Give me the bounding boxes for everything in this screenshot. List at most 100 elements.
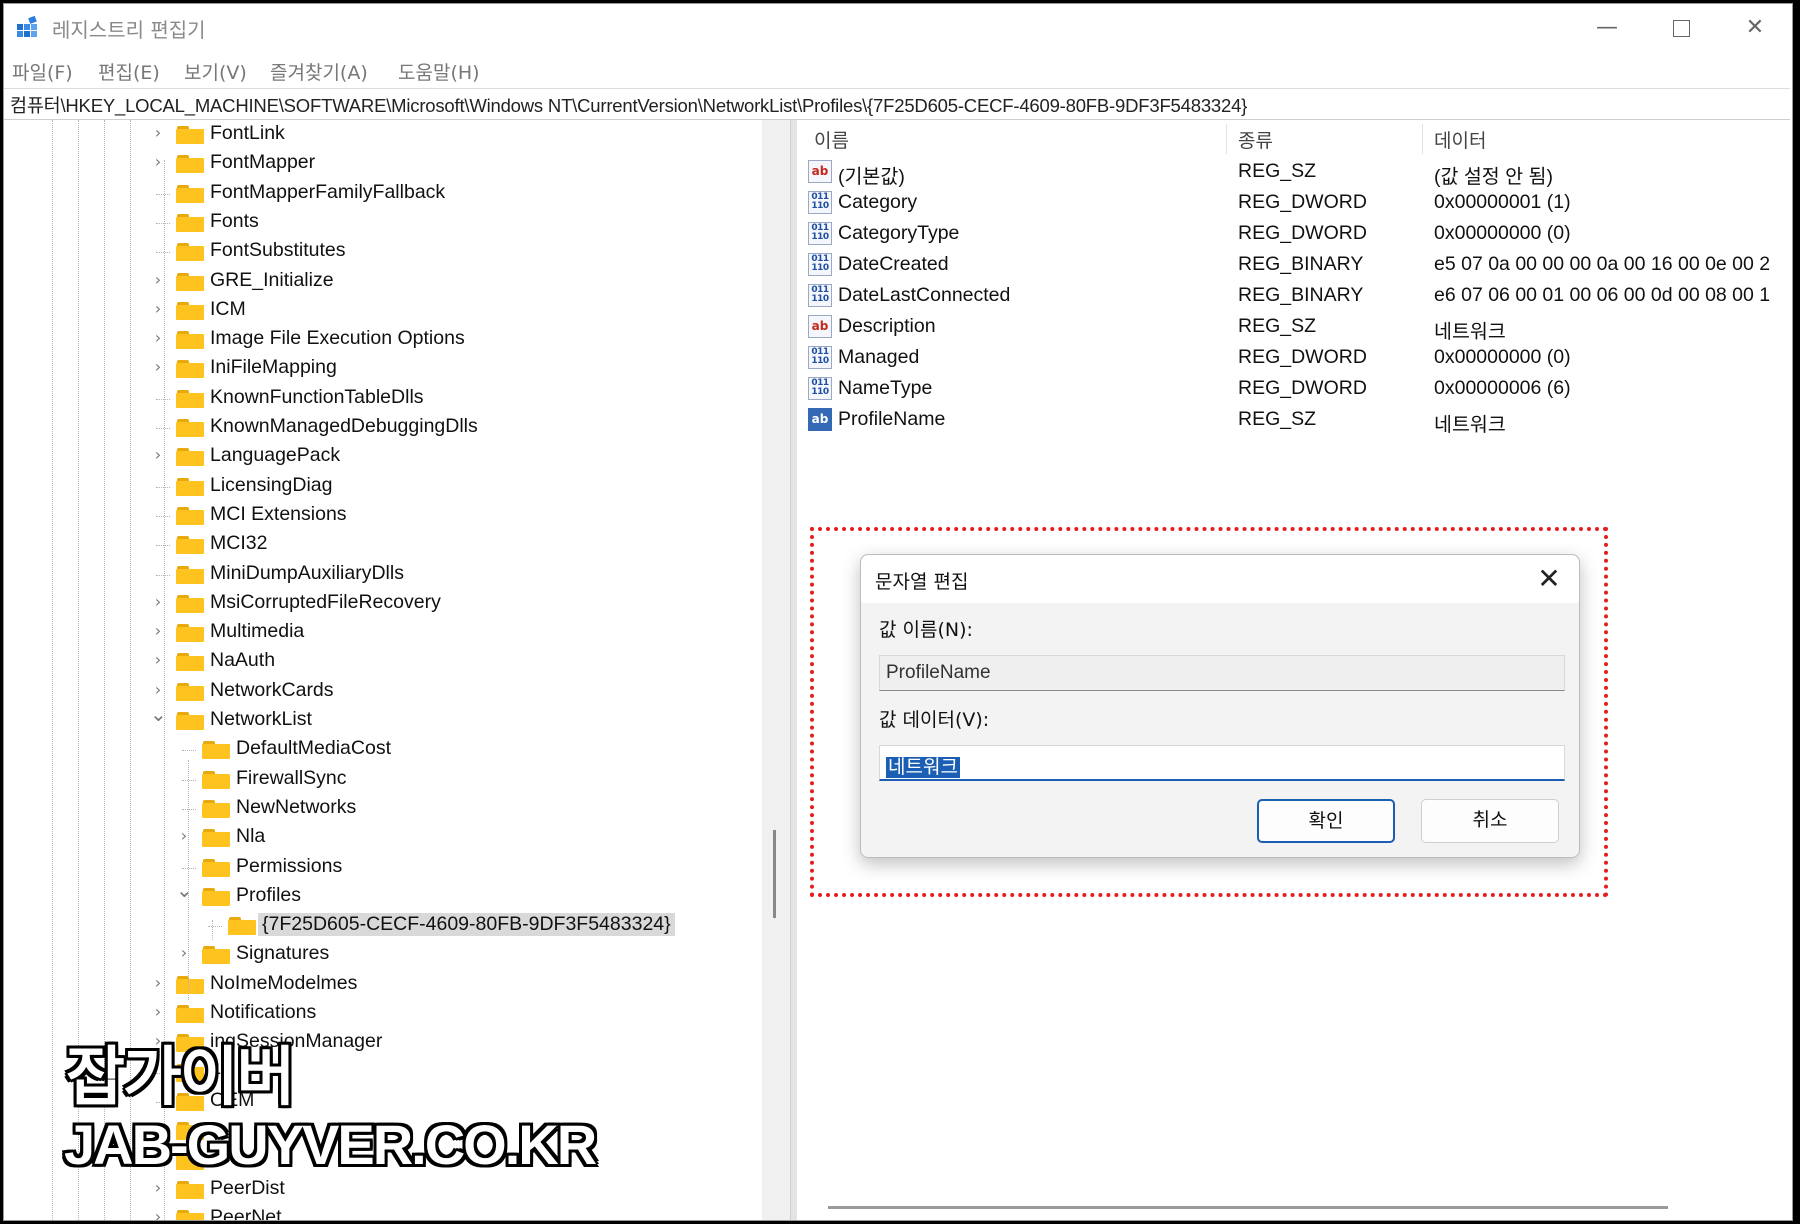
tree-item[interactable]: › PeerDist xyxy=(4,1175,764,1204)
pane-splitter[interactable] xyxy=(790,120,797,1220)
tree-item[interactable]: › NaAuth xyxy=(4,647,764,676)
binary-value-icon: 011 110 xyxy=(808,253,832,276)
value-data: 0x00000000 (0) xyxy=(1434,222,1571,244)
value-data: 0x00000000 (0) xyxy=(1434,346,1571,368)
tree-item-label: NetworkCards xyxy=(210,678,334,701)
tree-item[interactable]: › IniFileMapping xyxy=(4,354,764,383)
folder-icon xyxy=(176,712,204,730)
tree-item[interactable]: Permissions xyxy=(4,853,764,882)
menu-favorites[interactable]: 즐겨찾기(A) xyxy=(270,58,368,85)
value-name-label: 값 이름(N): xyxy=(879,619,973,641)
tree-scrollbar-thumb[interactable] xyxy=(773,830,776,918)
tree-item[interactable]: FirewallSync xyxy=(4,765,764,794)
tree-item[interactable]: ⌄ NetworkList xyxy=(4,704,764,735)
tree-item[interactable]: › Notifications xyxy=(4,999,764,1028)
tree-guide-line xyxy=(156,515,170,517)
column-separator[interactable] xyxy=(1422,124,1423,154)
column-separator[interactable] xyxy=(1226,124,1227,154)
tree-item[interactable]: › NoImeModelmes xyxy=(4,970,764,999)
tree-item[interactable]: › GRE_Initialize xyxy=(4,267,764,296)
tree-item[interactable]: › Nla xyxy=(4,823,764,852)
maximize-icon xyxy=(1672,19,1690,37)
cancel-button[interactable]: 취소 xyxy=(1421,799,1559,843)
minimize-button[interactable]: — xyxy=(1572,8,1642,48)
tree-item[interactable]: MiniDumpAuxiliaryDlls xyxy=(4,560,764,589)
tree-item[interactable]: MCI32 xyxy=(4,530,764,559)
tree-item-label: FontLink xyxy=(210,122,285,144)
tree-item[interactable]: ⌄ Profiles xyxy=(4,880,764,911)
value-row[interactable]: 011 110 DateLastConnected REG_BINARY e6 07 0… xyxy=(798,280,1788,311)
menu-help[interactable]: 도움말(H) xyxy=(398,58,480,85)
tree-item[interactable]: LicensingDiag xyxy=(4,472,764,501)
tree-item[interactable]: FontMapperFamilyFallback xyxy=(4,179,764,208)
dialog-close-button[interactable]: ✕ xyxy=(1533,561,1565,597)
value-data-field[interactable]: 네트워크 xyxy=(879,745,1565,781)
value-row[interactable]: 011 110 CategoryType REG_DWORD 0x00000000 (0… xyxy=(798,218,1788,249)
tree-item[interactable]: › FontLink xyxy=(4,120,764,149)
value-name-field[interactable]: ProfileName xyxy=(879,655,1565,691)
close-window-button[interactable]: ✕ xyxy=(1720,8,1790,48)
tree-item[interactable]: › MsiCorruptedFileRecovery xyxy=(4,589,764,618)
column-header-name[interactable]: 이름 xyxy=(814,126,849,153)
tree-item-label: Fonts xyxy=(210,209,259,232)
tree-item[interactable]: KnownManagedDebuggingDlls xyxy=(4,413,764,442)
list-horizontal-scrollbar[interactable] xyxy=(828,1206,1668,1209)
tree-item[interactable]: › Multimedia xyxy=(4,618,764,647)
folder-icon xyxy=(176,536,204,555)
tree-item[interactable]: › LanguagePack xyxy=(4,442,764,471)
dialog-title-bar[interactable]: 문자열 편집 ✕ xyxy=(861,555,1579,603)
tree-item-label: NaAuth xyxy=(210,649,276,672)
tree-item[interactable]: › FontMapper xyxy=(4,149,764,178)
tree-item[interactable]: FontSubstitutes xyxy=(4,237,764,266)
value-name: Category xyxy=(838,191,918,213)
value-row[interactable]: 011 110 Category REG_DWORD 0x00000001 (1) xyxy=(798,187,1788,218)
address-path: 컴퓨터\HKEY_LOCAL_MACHINE\SOFTWARE\Microsof… xyxy=(10,95,1248,116)
tree-item-label: Permissions xyxy=(236,854,343,877)
value-type: REG_DWORD xyxy=(1238,346,1367,368)
ok-button[interactable]: 확인 xyxy=(1257,799,1395,843)
tree-item[interactable]: {7F25D605-CECF-4609-80FB-9DF3F5483324} xyxy=(4,911,764,940)
value-row[interactable]: ab ProfileName REG_SZ 네트워크 xyxy=(798,404,1788,436)
tree-item[interactable]: › Image File Execution Options xyxy=(4,325,764,354)
tree-item[interactable]: › NetworkCards xyxy=(4,677,764,706)
tree-item[interactable]: DefaultMediaCost xyxy=(4,735,764,764)
binary-icon-bottom: 110 xyxy=(811,263,829,273)
value-name: DateLastConnected xyxy=(838,284,1011,306)
binary-value-icon: 011 110 xyxy=(808,284,832,307)
tree-item[interactable]: › Signatures xyxy=(4,940,764,969)
maximize-button[interactable] xyxy=(1646,8,1716,48)
column-header-type[interactable]: 종류 xyxy=(1238,126,1273,153)
value-type: REG_SZ xyxy=(1238,408,1317,430)
tree-item[interactable]: › ICM xyxy=(4,296,764,325)
folder-icon xyxy=(176,331,204,350)
value-row[interactable]: 011 110 NameType REG_DWORD 0x00000006 (6) xyxy=(798,373,1788,404)
menu-file[interactable]: 파일(F) xyxy=(12,58,73,85)
tree-item-label: Notifications xyxy=(210,1001,317,1023)
menu-view[interactable]: 보기(V) xyxy=(184,58,247,85)
folder-icon xyxy=(176,624,204,643)
tree-item[interactable]: NewNetworks xyxy=(4,794,764,823)
tree-guide-line xyxy=(182,867,196,869)
title-bar[interactable]: 레지스트리 편집기 — ✕ xyxy=(4,4,1792,52)
close-icon: ✕ xyxy=(1745,15,1765,40)
value-row[interactable]: ab Description REG_SZ 네트워크 xyxy=(798,311,1788,343)
column-header-data[interactable]: 데이터 xyxy=(1434,126,1486,153)
value-row[interactable]: 011 110 DateCreated REG_BINARY e5 07 0a 00 0… xyxy=(798,249,1788,280)
tree-item[interactable]: Fonts xyxy=(4,208,764,237)
value-data: 0x00000001 (1) xyxy=(1434,191,1571,213)
chevron-right-icon[interactable]: › xyxy=(176,943,192,963)
menu-edit[interactable]: 편집(E) xyxy=(98,58,160,85)
tree-item[interactable]: MCI Extensions xyxy=(4,501,764,530)
address-bar[interactable]: 컴퓨터\HKEY_LOCAL_MACHINE\SOFTWARE\Microsof… xyxy=(4,88,1790,120)
tree-item[interactable]: › PeerNet xyxy=(4,1204,764,1220)
chevron-right-icon[interactable]: › xyxy=(150,123,166,143)
folder-icon xyxy=(176,184,204,203)
value-row[interactable]: 011 110 Managed REG_DWORD 0x00000000 (0) xyxy=(798,342,1788,373)
tree-item[interactable]: KnownFunctionTableDlls xyxy=(4,384,764,413)
chevron-right-icon[interactable]: › xyxy=(176,826,192,846)
folder-icon xyxy=(176,477,204,496)
value-row[interactable]: ab (기본값) REG_SZ (값 설정 안 됨) xyxy=(798,156,1788,188)
tree-item-label: FontMapper xyxy=(210,151,316,174)
chevron-down-icon[interactable]: ⌄ xyxy=(176,880,193,900)
folder-icon xyxy=(202,770,230,789)
